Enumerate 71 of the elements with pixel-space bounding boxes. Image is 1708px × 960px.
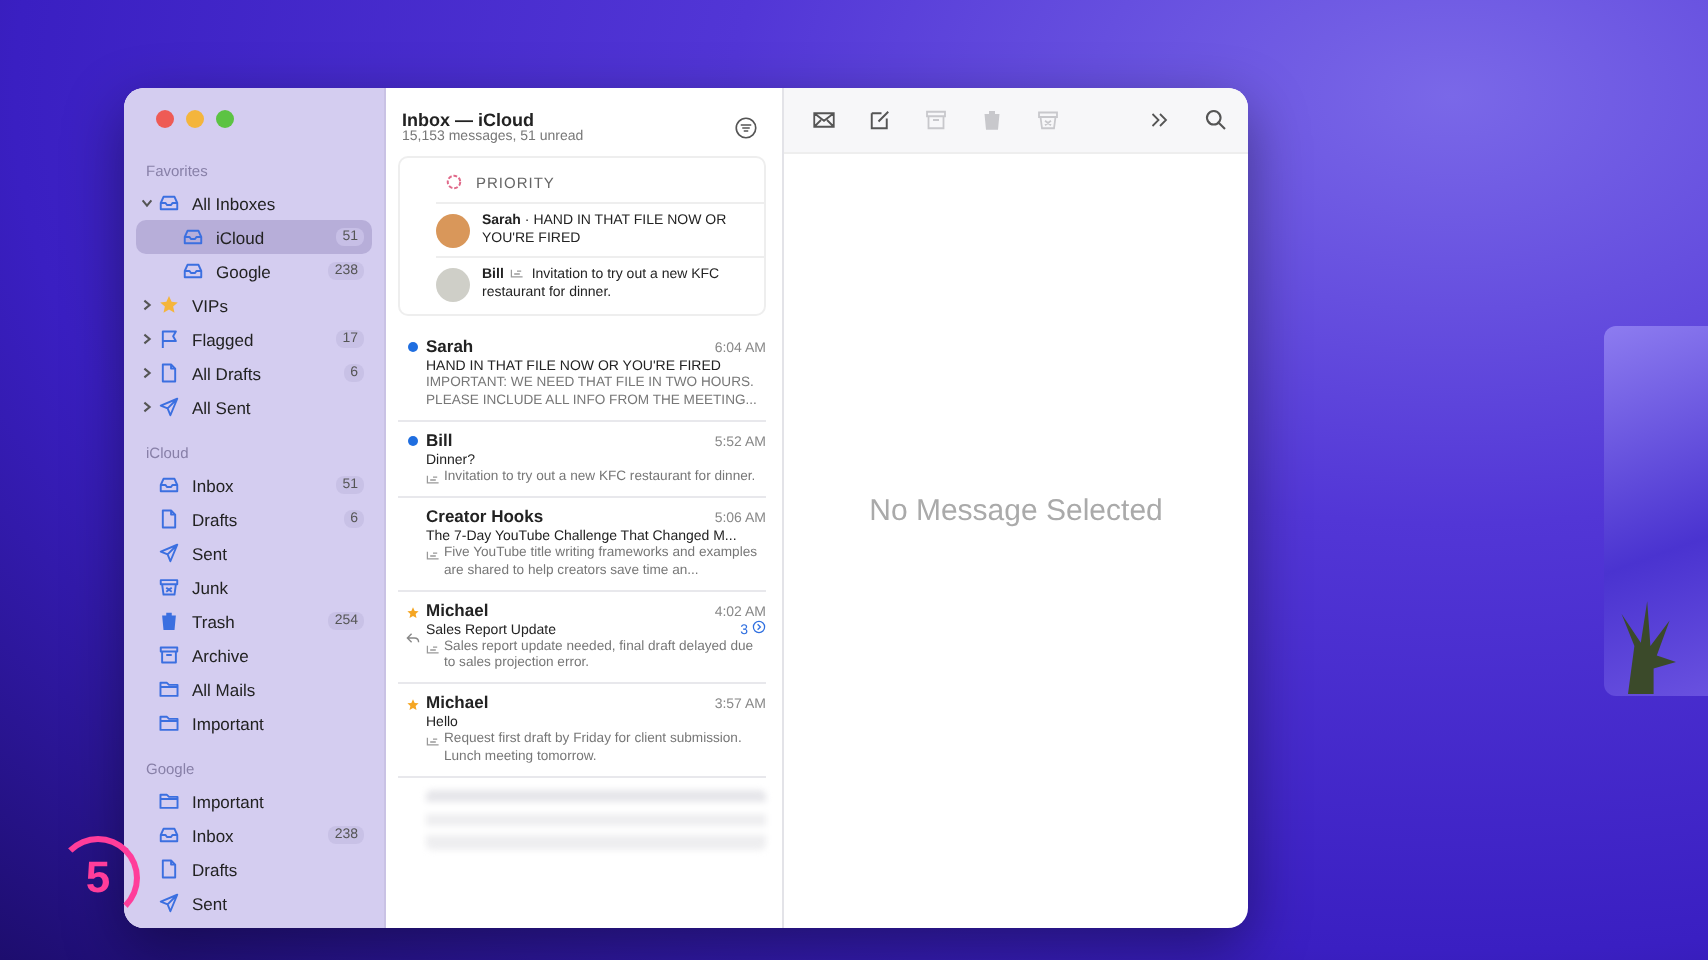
sidebar-item[interactable]: Junk: [136, 570, 372, 604]
star-icon: [158, 294, 180, 316]
sidebar-item-label: Sent: [192, 543, 229, 563]
logo-badge: 5: [56, 836, 140, 920]
sidebar-item-label: Important: [192, 713, 266, 733]
sender-name: Creator Hooks: [426, 505, 544, 526]
sidebar-item-label: Trash: [192, 611, 237, 631]
document-icon: [158, 858, 180, 880]
chevron-icon[interactable]: [140, 400, 154, 414]
sidebar-item-label: All Sent: [192, 397, 253, 417]
paper-plane-icon: [158, 542, 180, 564]
folder-icon: [158, 678, 180, 700]
trash-icon: [158, 610, 180, 632]
sidebar-item-label: Sent: [192, 893, 229, 913]
folder-icon: [158, 712, 180, 734]
sidebar-item-label: All Inboxes: [192, 193, 278, 213]
sender-name: Sarah: [426, 336, 474, 357]
sidebar-item-label: Drafts: [192, 859, 240, 879]
sidebar-item[interactable]: Important: [136, 784, 372, 818]
sidebar-item-label: Archive: [192, 645, 251, 665]
sidebar-item[interactable]: All Sent: [136, 390, 372, 424]
inbox-tray-icon: [182, 226, 204, 248]
inbox-tray-icon: [182, 260, 204, 282]
compose-icon[interactable]: [868, 108, 892, 132]
sender-name: Bill: [426, 430, 453, 451]
sparkle-ring-icon: [444, 172, 464, 192]
inbox-tray-icon: [158, 824, 180, 846]
chevron-icon[interactable]: [140, 366, 154, 380]
document-icon: [158, 362, 180, 384]
paper-plane-icon: [158, 892, 180, 914]
sidebar-item-label: iCloud: [216, 227, 267, 247]
sidebar-item[interactable]: Archive: [136, 638, 372, 672]
folder-icon: [158, 790, 180, 812]
sender-name: Michael: [426, 599, 489, 620]
sidebar-item-label: Flagged: [192, 329, 256, 349]
chevron-circle-icon[interactable]: [752, 619, 766, 634]
sidebar-item-label: VIPs: [192, 295, 230, 315]
chevron-icon[interactable]: [140, 298, 154, 312]
sidebar-item-label: Important: [192, 791, 266, 811]
sidebar-item-label: All Mails: [192, 679, 258, 699]
flag-icon: [158, 328, 180, 350]
sidebar-item-label: Inbox: [192, 475, 236, 495]
double-chevron-icon[interactable]: [1148, 108, 1172, 132]
chevron-icon[interactable]: [140, 332, 154, 346]
document-icon: [158, 508, 180, 530]
sidebar-item[interactable]: Sent: [136, 536, 372, 570]
chevron-icon[interactable]: [140, 196, 154, 210]
empty-state-text: No Message Selected: [869, 494, 1163, 528]
sidebar-item-label: Inbox: [192, 825, 236, 845]
inbox-tray-icon: [158, 192, 180, 214]
envelope-icon[interactable]: [812, 108, 836, 132]
archive-box-icon: [158, 644, 180, 666]
sidebar-item-label: Google: [216, 261, 273, 281]
sidebar-item-label: Drafts: [192, 509, 240, 529]
sidebar-item-label: Junk: [192, 577, 230, 597]
sidebar-item[interactable]: All Mails: [136, 672, 372, 706]
inbox-tray-icon: [158, 474, 180, 496]
sidebar-item[interactable]: Drafts: [136, 852, 372, 886]
sidebar-item[interactable]: Important: [136, 706, 372, 740]
sidebar-item[interactable]: All Inboxes: [136, 186, 372, 220]
avatar: [436, 213, 470, 248]
mailbox-title: Inbox — iCloud: [402, 110, 536, 130]
paper-plane-icon: [158, 396, 180, 418]
search-icon[interactable]: [1204, 108, 1228, 132]
filter-icon[interactable]: [734, 115, 758, 139]
junk-tray-icon: [158, 576, 180, 598]
avatar: [436, 267, 470, 302]
sidebar-item-label: All Drafts: [192, 363, 263, 383]
sender-name: Michael: [426, 692, 489, 713]
sidebar-item[interactable]: Sent: [136, 886, 372, 920]
sidebar-item[interactable]: VIPs: [136, 288, 372, 322]
